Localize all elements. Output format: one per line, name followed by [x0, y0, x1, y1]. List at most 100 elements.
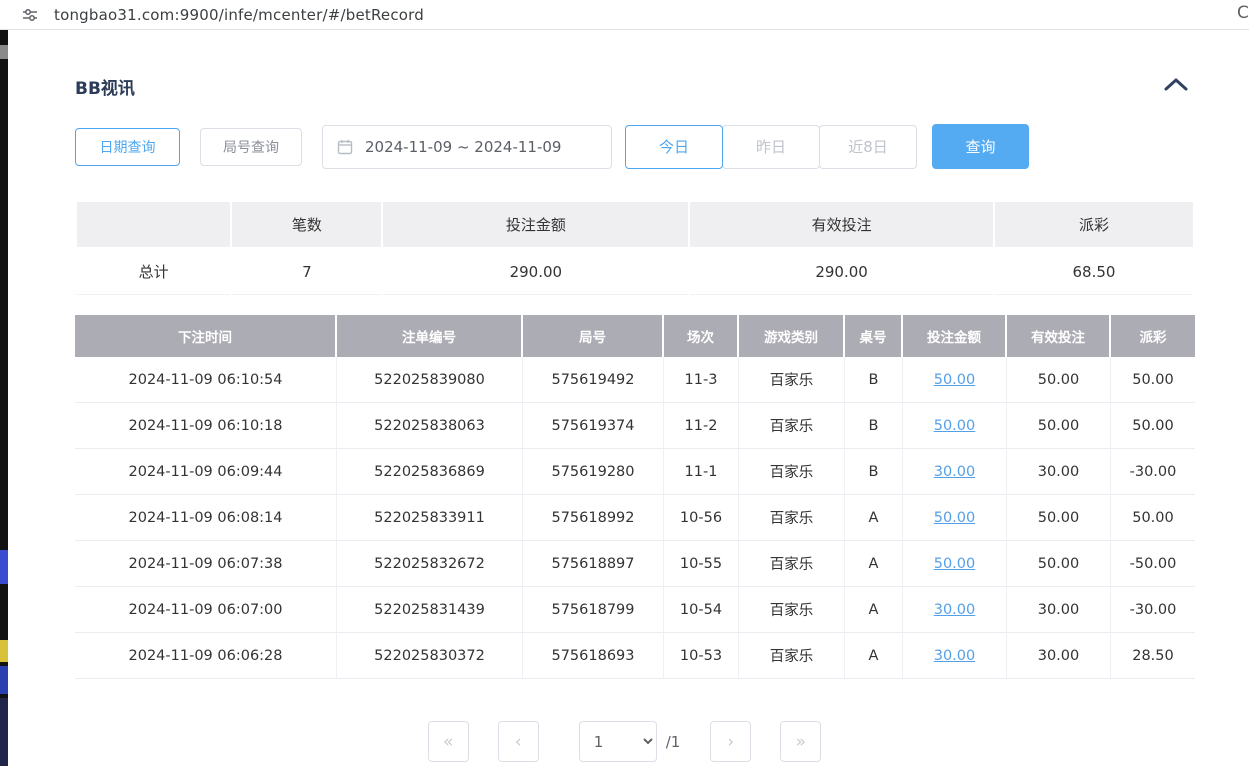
- payout-cell: -50.00: [1111, 541, 1195, 587]
- summary-header-bet-amount: 投注金额: [383, 202, 688, 247]
- bet-time-cell: 2024-11-09 06:10:18: [75, 403, 337, 449]
- table-row: 2024-11-09 06:08:14 522025833911 5756189…: [75, 495, 1195, 541]
- round-id-cell: 575619280: [523, 449, 664, 495]
- bet-time-cell: 2024-11-09 06:09:44: [75, 449, 337, 495]
- table-no-cell: B: [845, 357, 903, 403]
- bet-amount-link[interactable]: 50.00: [934, 372, 976, 388]
- session-cell: 11-1: [664, 449, 739, 495]
- valid-bet-cell: 50.00: [1007, 403, 1111, 449]
- round-query-button[interactable]: 局号查询: [200, 128, 302, 166]
- order-id-cell: 522025836869: [337, 449, 523, 495]
- date-query-button[interactable]: 日期查询: [75, 128, 180, 166]
- order-id-cell: 522025831439: [337, 587, 523, 633]
- payout-cell: 50.00: [1111, 495, 1195, 541]
- table-no-cell: A: [845, 541, 903, 587]
- game-type-cell: 百家乐: [739, 541, 845, 587]
- valid-bet-cell: 50.00: [1007, 495, 1111, 541]
- collapse-panel-button[interactable]: [1160, 72, 1192, 96]
- summary-header-count: 笔数: [232, 202, 381, 247]
- background-window-strip: [0, 30, 8, 766]
- background-fragment: [0, 666, 8, 694]
- payout-cell: 50.00: [1111, 357, 1195, 403]
- summary-header-row: 笔数 投注金额 有效投注 派彩: [77, 202, 1193, 247]
- date-range-value: 2024-11-09 ~ 2024-11-09: [365, 138, 561, 156]
- table-row: 2024-11-09 06:10:18 522025838063 5756193…: [75, 403, 1195, 449]
- order-id-cell: 522025830372: [337, 633, 523, 679]
- bet-amount-cell: 50.00: [903, 403, 1007, 449]
- bet-amount-cell: 50.00: [903, 495, 1007, 541]
- payout-cell: -30.00: [1111, 587, 1195, 633]
- table-row: 2024-11-09 06:06:28 522025830372 5756186…: [75, 633, 1195, 679]
- calendar-icon: [337, 139, 353, 155]
- payout-cell: 50.00: [1111, 403, 1195, 449]
- bet-amount-link[interactable]: 30.00: [934, 648, 976, 664]
- quick-date-group: 今日 昨日 近8日: [625, 125, 917, 169]
- table-no-cell: B: [845, 403, 903, 449]
- summary-header-payout: 派彩: [995, 202, 1193, 247]
- order-id-cell: 522025838063: [337, 403, 523, 449]
- bet-amount-link[interactable]: 30.00: [934, 464, 976, 480]
- summary-table: 笔数 投注金额 有效投注 派彩 总计 7 290.00 290.00 68.50: [75, 200, 1195, 297]
- summary-valid-bet-value: 290.00: [690, 249, 993, 295]
- url-text[interactable]: tongbao31.com:9900/infe/mcenter/#/betRec…: [54, 6, 424, 24]
- round-id-cell: 575618897: [523, 541, 664, 587]
- page-select[interactable]: 1: [579, 721, 657, 762]
- bet-amount-link[interactable]: 30.00: [934, 602, 976, 618]
- bet-time-cell: 2024-11-09 06:07:00: [75, 587, 337, 633]
- header-bet-time: 下注时间: [75, 315, 337, 357]
- next-page-button[interactable]: ›: [710, 721, 751, 762]
- pagination: « ‹ 1 /1 › »: [0, 721, 1249, 762]
- bet-time-cell: 2024-11-09 06:10:54: [75, 357, 337, 403]
- bet-time-cell: 2024-11-09 06:07:38: [75, 541, 337, 587]
- header-table-no: 桌号: [845, 315, 903, 357]
- bet-time-cell: 2024-11-09 06:06:28: [75, 633, 337, 679]
- search-button[interactable]: 查询: [932, 124, 1029, 169]
- round-id-cell: 575619374: [523, 403, 664, 449]
- summary-count-value: 7: [232, 249, 381, 295]
- header-payout: 派彩: [1111, 315, 1195, 357]
- table-row: 2024-11-09 06:07:38 522025832672 5756188…: [75, 541, 1195, 587]
- reload-icon[interactable]: C: [1237, 3, 1249, 23]
- bet-amount-link[interactable]: 50.00: [934, 418, 976, 434]
- site-settings-icon[interactable]: [22, 7, 38, 23]
- valid-bet-cell: 50.00: [1007, 541, 1111, 587]
- prev-page-button[interactable]: ‹: [498, 721, 539, 762]
- summary-bet-amount-value: 290.00: [383, 249, 688, 295]
- header-round-id: 局号: [523, 315, 664, 357]
- date-range-picker[interactable]: 2024-11-09 ~ 2024-11-09: [322, 125, 612, 169]
- game-type-cell: 百家乐: [739, 403, 845, 449]
- round-id-cell: 575618992: [523, 495, 664, 541]
- background-fragment: [0, 640, 8, 662]
- last-8-days-button[interactable]: 近8日: [819, 125, 917, 169]
- table-no-cell: B: [845, 449, 903, 495]
- summary-total-label: 总计: [77, 249, 230, 295]
- bet-amount-cell: 50.00: [903, 357, 1007, 403]
- bet-amount-link[interactable]: 50.00: [934, 510, 976, 526]
- order-id-cell: 522025839080: [337, 357, 523, 403]
- table-no-cell: A: [845, 587, 903, 633]
- session-cell: 10-54: [664, 587, 739, 633]
- page-title: BB视讯: [75, 74, 135, 99]
- yesterday-button[interactable]: 昨日: [722, 125, 820, 169]
- header-game-type: 游戏类别: [739, 315, 845, 357]
- session-cell: 11-2: [664, 403, 739, 449]
- header-bet-amount: 投注金额: [903, 315, 1007, 357]
- today-button[interactable]: 今日: [625, 125, 723, 169]
- table-header-row: 下注时间 注单编号 局号 场次 游戏类别 桌号 投注金额 有效投注 派彩: [75, 315, 1195, 357]
- game-type-cell: 百家乐: [739, 633, 845, 679]
- session-cell: 11-3: [664, 357, 739, 403]
- table-no-cell: A: [845, 495, 903, 541]
- first-page-button[interactable]: «: [428, 721, 469, 762]
- session-cell: 10-56: [664, 495, 739, 541]
- round-id-cell: 575618693: [523, 633, 664, 679]
- valid-bet-cell: 30.00: [1007, 587, 1111, 633]
- bet-amount-link[interactable]: 50.00: [934, 556, 976, 572]
- table-row: 2024-11-09 06:09:44 522025836869 5756192…: [75, 449, 1195, 495]
- table-no-cell: A: [845, 633, 903, 679]
- background-fragment: [0, 45, 8, 59]
- game-type-cell: 百家乐: [739, 449, 845, 495]
- double-chevron-left-icon: «: [443, 732, 453, 752]
- summary-payout-value: 68.50: [995, 249, 1193, 295]
- last-page-button[interactable]: »: [780, 721, 821, 762]
- summary-header-valid-bet: 有效投注: [690, 202, 993, 247]
